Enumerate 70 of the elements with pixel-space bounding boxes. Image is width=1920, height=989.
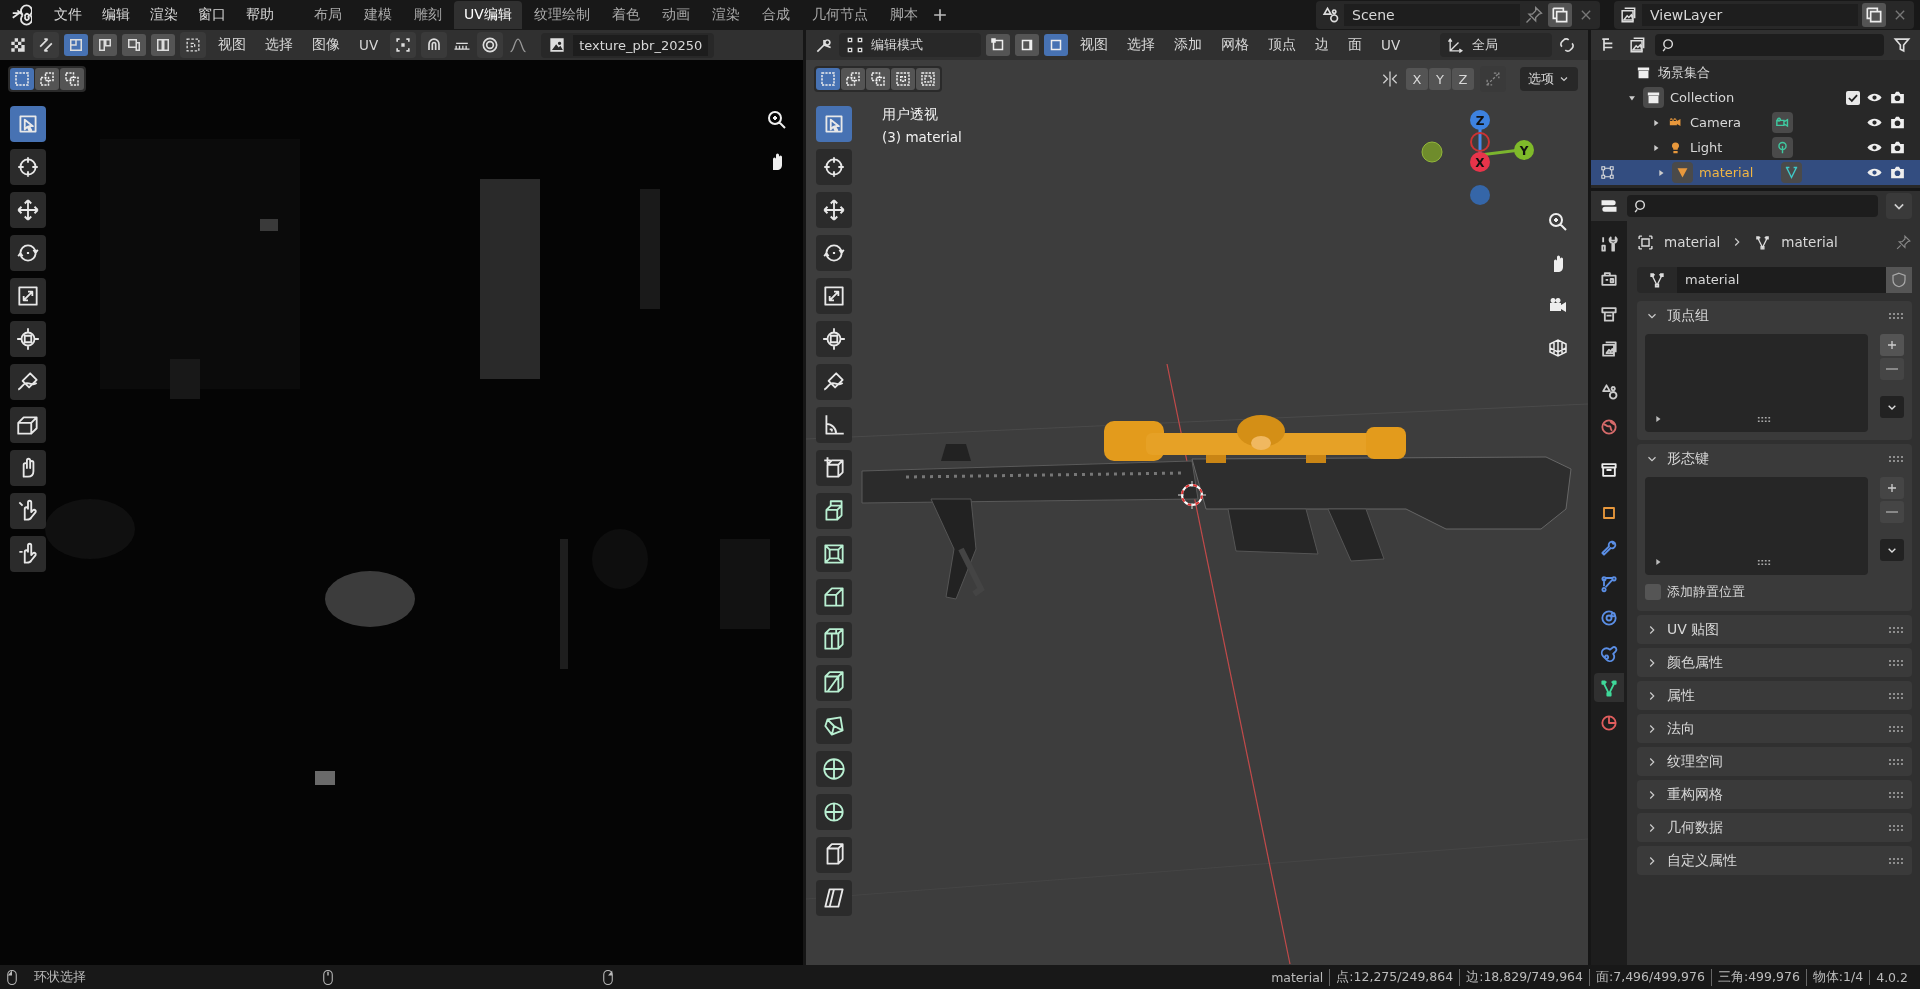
section-title[interactable]: 顶点组 xyxy=(1667,306,1709,325)
workspace-tab[interactable]: UV编辑 xyxy=(454,1,522,29)
data-name: material xyxy=(1781,234,1838,250)
header-menu[interactable]: 视图 xyxy=(1073,33,1115,57)
section-title[interactable]: 几何数据 xyxy=(1667,818,1723,837)
section-title[interactable]: 颜色属性 xyxy=(1667,653,1723,672)
header-menu[interactable]: 顶点 xyxy=(1261,33,1303,57)
checkbox-label: 添加静置位置 xyxy=(1667,583,1745,601)
workspace-tab[interactable]: 脚本 xyxy=(879,1,928,29)
workspace-tab[interactable]: 几何节点 xyxy=(801,1,878,29)
status-hint: 环状选择 xyxy=(34,968,86,986)
workspace-tab[interactable]: 渲染 xyxy=(701,1,750,29)
scene-selector[interactable]: Scene xyxy=(1316,1,1600,29)
header-menu[interactable]: UV xyxy=(352,34,386,56)
mirror-axis-button[interactable]: Z xyxy=(1452,68,1474,90)
section-title[interactable]: 纹理空间 xyxy=(1667,752,1723,771)
header-menu[interactable]: 图像 xyxy=(305,33,347,57)
object-info: (3) material xyxy=(882,129,962,145)
menu-item[interactable]: 文件 xyxy=(46,2,90,28)
object-name: material xyxy=(1664,234,1721,250)
view-layer-selector[interactable]: ViewLayer xyxy=(1614,1,1914,29)
scene-name: Scene xyxy=(1344,4,1520,26)
outliner-item[interactable]: material xyxy=(1591,160,1920,185)
view-layer-name: ViewLayer xyxy=(1642,4,1858,26)
section-title[interactable]: 属性 xyxy=(1667,686,1695,705)
outliner-item[interactable]: Collection xyxy=(1591,85,1920,110)
header-menu[interactable]: 选择 xyxy=(258,33,300,57)
header-menu[interactable]: UV xyxy=(1374,34,1408,56)
status-stat: 点:12,275/249,864 xyxy=(1329,968,1460,986)
orientation-dropdown[interactable]: 全局 xyxy=(1440,33,1553,57)
workspace-tab[interactable]: 动画 xyxy=(651,1,700,29)
section-title[interactable]: 自定义属性 xyxy=(1667,851,1737,870)
outliner-item[interactable]: Light xyxy=(1591,135,1920,160)
status-stat: 4.0.2 xyxy=(1869,969,1914,985)
workspace-tab[interactable]: 建模 xyxy=(354,1,402,29)
menu-item[interactable]: 帮助 xyxy=(238,2,282,28)
navigation-gizmo[interactable]: Z X Y xyxy=(1420,100,1540,210)
scene-collection-label: 场景集合 xyxy=(1658,63,1710,82)
mirror-axis-button[interactable]: Y xyxy=(1429,68,1451,90)
options-dropdown[interactable]: 选项 xyxy=(1520,67,1578,91)
workspace-tab[interactable]: 合成 xyxy=(751,1,800,29)
workspace-tab[interactable]: 布局 xyxy=(304,1,352,29)
menu-item[interactable]: 窗口 xyxy=(190,2,234,28)
section-title[interactable]: UV 贴图 xyxy=(1667,620,1720,639)
section-title[interactable]: 重构网格 xyxy=(1667,785,1723,804)
menu-item[interactable]: 编辑 xyxy=(94,2,138,28)
section-title[interactable]: 法向 xyxy=(1667,719,1695,738)
image-field[interactable]: texture_pbr_20250 xyxy=(541,32,715,58)
menu-item[interactable]: 渲染 xyxy=(142,2,186,28)
workspace-tab[interactable]: 着色 xyxy=(601,1,650,29)
mesh-name-field[interactable]: material xyxy=(1677,267,1886,293)
view-name: 用户透视 xyxy=(882,106,939,124)
outliner-item[interactable]: Camera xyxy=(1591,110,1920,135)
status-stat: 边:18,829/749,964 xyxy=(1459,968,1590,986)
image-name: texture_pbr_20250 xyxy=(573,34,709,56)
section-title[interactable]: 形态键 xyxy=(1667,449,1709,468)
status-stat: 三角:499,976 xyxy=(1710,968,1806,986)
mirror-axis-button[interactable]: X xyxy=(1406,68,1428,90)
status-stat: 面:7,496/499,976 xyxy=(1589,968,1711,986)
header-menu[interactable]: 边 xyxy=(1308,33,1336,57)
mode-dropdown[interactable]: 编辑模式 xyxy=(839,33,981,57)
header-menu[interactable]: 面 xyxy=(1341,33,1369,57)
workspace-tab[interactable]: 纹理绘制 xyxy=(523,1,600,29)
header-menu[interactable]: 选择 xyxy=(1120,33,1162,57)
workspace-tab[interactable]: 雕刻 xyxy=(404,1,452,29)
status-stat: material xyxy=(1270,969,1325,985)
status-stat: 物体:1/4 xyxy=(1805,968,1870,986)
header-menu[interactable]: 网格 xyxy=(1214,33,1256,57)
header-menu[interactable]: 视图 xyxy=(211,33,253,57)
header-menu[interactable]: 添加 xyxy=(1167,33,1209,57)
